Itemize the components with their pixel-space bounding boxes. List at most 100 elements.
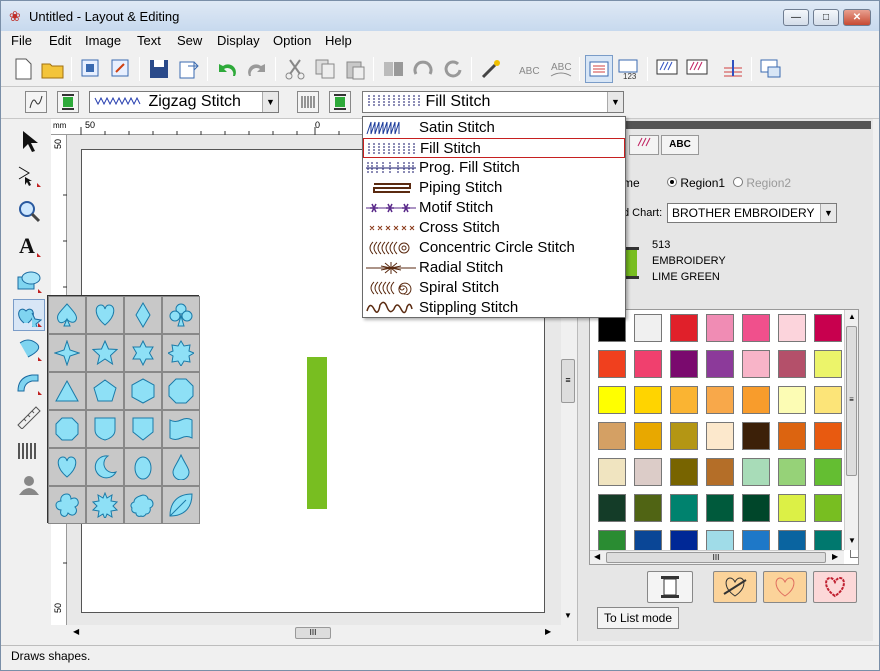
ungroup-icon[interactable] xyxy=(409,55,437,83)
group-icon[interactable] xyxy=(379,55,407,83)
color-swatch[interactable] xyxy=(670,494,706,530)
vertical-scroll-thumb[interactable]: ≡ xyxy=(561,359,575,403)
radio-region2[interactable]: Region2 xyxy=(733,176,791,190)
color-swatch[interactable] xyxy=(706,386,742,422)
color-swatch[interactable] xyxy=(778,386,814,422)
new-file-icon[interactable] xyxy=(9,55,37,83)
outline-only-button[interactable] xyxy=(763,571,807,603)
color-swatch[interactable] xyxy=(634,494,670,530)
color-swatch[interactable] xyxy=(598,314,634,350)
color-swatch[interactable] xyxy=(670,386,706,422)
region-color-icon[interactable] xyxy=(329,91,351,113)
color-swatch[interactable] xyxy=(778,458,814,494)
color-swatch[interactable] xyxy=(706,314,742,350)
paste-icon[interactable] xyxy=(341,55,369,83)
point-edit-icon[interactable] xyxy=(13,159,45,191)
color-swatch[interactable] xyxy=(598,350,634,386)
region-stitch-select[interactable]: Fill Stitch ▼ xyxy=(362,91,624,113)
color-swatch[interactable] xyxy=(778,494,814,530)
preview-icon[interactable] xyxy=(757,55,785,83)
no-sew-button[interactable] xyxy=(713,571,757,603)
close-button[interactable]: ✕ xyxy=(843,9,871,26)
egg-shape-icon[interactable] xyxy=(124,448,162,486)
stitch-option-concentric-circle[interactable]: Concentric Circle Stitch xyxy=(363,238,625,258)
stitch-simulator-icon[interactable] xyxy=(719,55,747,83)
leaf-shape-icon[interactable] xyxy=(162,486,200,524)
horizontal-scrollbar[interactable]: ◀ III ▶ xyxy=(67,625,561,641)
line-sew-toggle-icon[interactable] xyxy=(25,91,47,113)
scroll-down-icon[interactable]: ▼ xyxy=(848,536,856,545)
import-icon[interactable] xyxy=(77,55,105,83)
color-swatch[interactable] xyxy=(670,458,706,494)
color-swatch[interactable] xyxy=(598,458,634,494)
design-settings-icon[interactable]: 123 xyxy=(615,55,643,83)
star-6-shape-icon[interactable] xyxy=(124,334,162,372)
chevron-down-icon[interactable]: ▼ xyxy=(607,92,623,112)
minimize-button[interactable]: — xyxy=(783,9,809,26)
scroll-left-icon[interactable]: ◀ xyxy=(594,552,600,561)
stitch-option-radial[interactable]: Radial Stitch xyxy=(363,258,625,278)
design-shape[interactable] xyxy=(307,357,327,509)
tab-text[interactable]: ABC xyxy=(661,135,699,155)
horizontal-scroll-thumb[interactable]: III xyxy=(295,627,331,639)
palette-vertical-scrollbar[interactable]: ▲ ≡ ▼ xyxy=(844,310,858,550)
burst-shape-icon[interactable] xyxy=(86,486,124,524)
menu-text[interactable]: Text xyxy=(137,33,161,48)
scroll-right-icon[interactable]: ▶ xyxy=(545,627,551,636)
color-swatch[interactable] xyxy=(778,422,814,458)
color-swatch[interactable] xyxy=(742,386,778,422)
stitch-option-satin[interactable]: Satin Stitch xyxy=(363,118,625,138)
color-swatch[interactable] xyxy=(742,314,778,350)
menu-image[interactable]: Image xyxy=(85,33,121,48)
color-swatch[interactable] xyxy=(742,494,778,530)
menu-edit[interactable]: Edit xyxy=(49,33,71,48)
color-swatch[interactable] xyxy=(706,422,742,458)
undo-icon[interactable] xyxy=(213,55,241,83)
zoom-icon[interactable] xyxy=(13,195,45,227)
color-swatch[interactable] xyxy=(634,422,670,458)
stitch-option-prog-fill[interactable]: Prog. Fill Stitch xyxy=(363,158,625,178)
palette-horizontal-scrollbar[interactable]: ◀ III ▶ xyxy=(590,550,844,564)
menu-help[interactable]: Help xyxy=(325,33,352,48)
export-icon[interactable] xyxy=(175,55,203,83)
heart-2-shape-icon[interactable] xyxy=(48,448,86,486)
realistic-display-icon[interactable] xyxy=(683,55,711,83)
badge-shape-icon[interactable] xyxy=(124,410,162,448)
thread-chart-select[interactable]: BROTHER EMBROIDERY ▼ xyxy=(667,203,837,223)
menu-display[interactable]: Display xyxy=(217,33,260,48)
list-mode-button[interactable]: To List mode xyxy=(597,607,680,629)
color-swatch[interactable] xyxy=(778,350,814,386)
stamp-tool-icon[interactable] xyxy=(13,333,45,365)
scroll-right-icon[interactable]: ▶ xyxy=(832,552,838,561)
stitch-option-stippling[interactable]: Stippling Stitch xyxy=(363,298,625,318)
menu-option[interactable]: Option xyxy=(273,33,311,48)
menu-sew[interactable]: Sew xyxy=(177,33,202,48)
octagon-shape-icon[interactable] xyxy=(162,372,200,410)
scroll-down-icon[interactable]: ▼ xyxy=(564,611,572,620)
select-arrow-icon[interactable] xyxy=(13,125,45,157)
color-swatch[interactable] xyxy=(598,386,634,422)
color-swatch[interactable] xyxy=(634,314,670,350)
stitch-option-fill[interactable]: Fill Stitch xyxy=(363,138,625,158)
scroll-up-icon[interactable]: ▲ xyxy=(848,312,856,321)
color-swatch[interactable] xyxy=(706,350,742,386)
shape-tool-icon[interactable] xyxy=(13,265,45,297)
scroll-left-icon[interactable]: ◀ xyxy=(73,627,79,636)
drop-shape-icon[interactable] xyxy=(162,448,200,486)
color-swatch[interactable] xyxy=(598,422,634,458)
open-folder-icon[interactable] xyxy=(39,55,67,83)
cut-icon[interactable] xyxy=(281,55,309,83)
star-8-shape-icon[interactable] xyxy=(162,334,200,372)
shield-shape-icon[interactable] xyxy=(86,410,124,448)
color-swatch[interactable] xyxy=(742,458,778,494)
radio-region1[interactable]: Region1 xyxy=(667,176,725,190)
color-swatch[interactable] xyxy=(706,458,742,494)
thread-spool-button[interactable] xyxy=(647,571,693,603)
color-swatch[interactable] xyxy=(742,422,778,458)
crescent-shape-icon[interactable] xyxy=(86,448,124,486)
sew-heart-button[interactable] xyxy=(813,571,857,603)
cloud-shape-icon[interactable] xyxy=(124,486,162,524)
stitch-option-cross[interactable]: Cross Stitch xyxy=(363,218,625,238)
stitch-option-piping[interactable]: Piping Stitch xyxy=(363,178,625,198)
save-icon[interactable] xyxy=(145,55,173,83)
